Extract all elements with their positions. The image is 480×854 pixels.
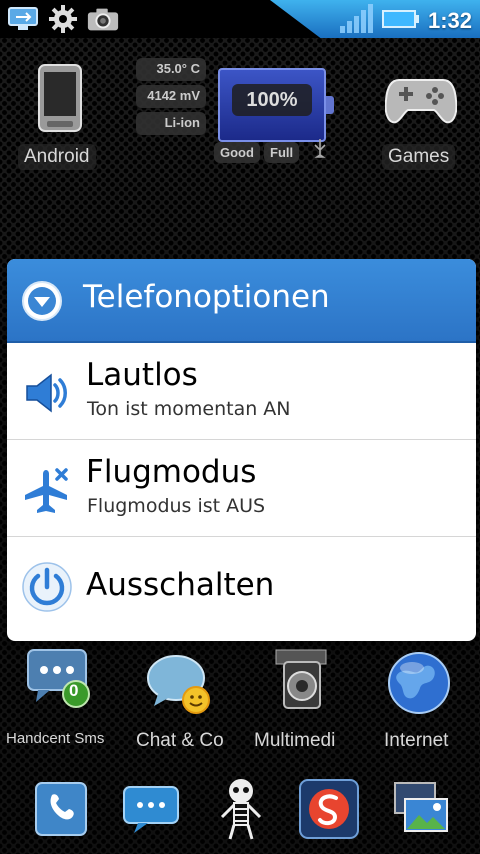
battery-temperature: 35.0° C [136,58,206,81]
android-shortcut-icon[interactable] [36,62,84,134]
chat-co-label[interactable]: Chat & Co [130,728,230,754]
globe-icon[interactable] [386,650,452,716]
signal-icon [339,4,374,38]
usb-plug-icon [312,138,328,162]
battery-voltage: 4142 mV [136,85,206,108]
option-silent[interactable]: Lautlos Ton ist momentan AN [7,343,476,440]
option-airplane-title: Flugmodus [86,454,257,490]
swype-icon[interactable] [294,774,364,844]
dialog-title: Telefonoptionen [83,279,330,315]
internet-label[interactable]: Internet [378,728,454,754]
dropdown-arrow-icon [21,280,63,322]
option-airplane-subtitle: Flugmodus ist AUS [87,495,266,517]
option-silent-subtitle: Ton ist momentan AN [87,398,291,420]
battery-widget[interactable]: 35.0° C 4142 mV Li-ion 100% Good Full [136,58,346,168]
multimedia-label[interactable]: Multimedi [248,728,341,754]
settings-icon [46,4,80,34]
option-power-title: Ausschalten [86,567,275,603]
battery-status: Full [264,142,300,163]
chat-icon[interactable] [144,650,214,716]
skeleton-icon[interactable] [206,774,276,844]
clock: 1:32 [427,8,472,33]
power-icon [21,561,73,613]
battery-percent: 100% [232,84,312,116]
gallery-icon[interactable] [386,774,456,844]
option-airplane-mode[interactable]: Flugmodus Flugmodus ist AUS [7,440,476,537]
airplane-icon [21,464,73,516]
handcent-sms-label[interactable]: Handcent Sms [0,728,110,749]
status-right-area: 1:32 [270,0,480,38]
battery-health: Good [214,142,260,163]
speaker-icon [21,367,73,419]
battery-type: Li-ion [136,112,206,135]
battery-graphic: 100% [218,68,334,142]
phone-options-dialog: Telefonoptionen Lautlos Ton ist momentan… [7,259,476,641]
battery-icon [381,10,420,32]
camera-icon [86,4,120,34]
status-bar[interactable]: 1:32 [0,0,480,38]
multimedia-icon[interactable] [266,646,334,714]
messages-icon[interactable] [116,774,186,844]
option-silent-title: Lautlos [86,357,198,393]
phone-app-icon[interactable] [26,774,96,844]
android-shortcut-label[interactable]: Android [18,144,96,170]
usb-icon [6,4,40,34]
games-shortcut-label[interactable]: Games [382,144,456,170]
sms-badge: 0 [69,681,79,700]
dialog-header: Telefonoptionen [7,259,476,343]
notification-icons [6,4,120,34]
gamepad-icon[interactable] [384,68,458,128]
option-power-off[interactable]: Ausschalten [7,537,476,640]
sms-icon[interactable] [26,646,92,710]
